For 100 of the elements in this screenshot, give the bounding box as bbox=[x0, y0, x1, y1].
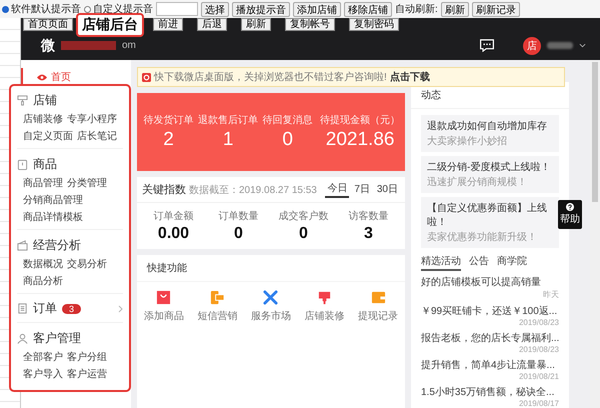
logo-text: om bbox=[122, 40, 136, 51]
shortcut-label[interactable]: 服务市场 bbox=[250, 309, 291, 323]
metric-value: 3 bbox=[364, 225, 373, 243]
news-subtitle: 迅速扩展分销商规模！ bbox=[427, 176, 528, 189]
help-button[interactable]: 帮助 bbox=[558, 200, 582, 229]
metric-label: 访客数量 bbox=[348, 210, 388, 223]
range-tab[interactable]: 30日 bbox=[374, 182, 400, 197]
menu-link[interactable]: 商品详情模板 bbox=[23, 210, 83, 224]
shortcut-label[interactable]: 短信营销 bbox=[197, 309, 238, 323]
app-icon bbox=[142, 72, 151, 82]
article-link[interactable]: ￥99买旺铺卡，还送￥100返... bbox=[421, 304, 559, 318]
news-item[interactable]: 二级分销-爱度模式上线啦！ 迅速扩展分销商规模！ bbox=[421, 156, 559, 193]
chevron-right-icon[interactable] bbox=[118, 304, 123, 313]
path-field[interactable] bbox=[156, 2, 198, 16]
brush-icon[interactable] bbox=[317, 290, 332, 305]
stat-label: 待回复消息 bbox=[262, 114, 313, 127]
question-icon bbox=[566, 203, 574, 211]
news-tab[interactable]: 商学院 bbox=[497, 254, 527, 271]
card-title: 关键指数 bbox=[142, 182, 186, 197]
stat-value: 2 bbox=[163, 129, 174, 151]
browser-button[interactable]: 前进 bbox=[153, 18, 183, 31]
news-tab[interactable]: 公告 bbox=[469, 254, 489, 271]
notice-text: 快下载微店桌面版，关掉浏览器也不错过客户咨询啦! bbox=[154, 70, 387, 84]
browser-button[interactable]: 复制帐号 bbox=[285, 18, 335, 31]
menu-heading[interactable]: 经营分析 bbox=[33, 236, 81, 254]
range-tab[interactable]: 7日 bbox=[352, 182, 372, 197]
menu-link[interactable]: 客户导入 bbox=[23, 367, 63, 381]
menu-heading[interactable]: 客户管理 bbox=[33, 330, 81, 347]
menu-link[interactable]: 客户分组 bbox=[67, 350, 107, 364]
article-date: 2019/08/17 bbox=[518, 399, 559, 408]
news-subtitle: 卖家优惠券功能新升级！ bbox=[427, 230, 538, 244]
metric-label: 订单数量 bbox=[218, 210, 258, 223]
menu-link[interactable]: 数据概况 bbox=[23, 256, 63, 270]
browser-button[interactable]: 首页页面 bbox=[23, 18, 73, 31]
news-title: 二级分销-爱度模式上线啦！ bbox=[427, 160, 552, 174]
stat-value: 0 bbox=[282, 129, 293, 151]
menu-link[interactable]: 商品分析 bbox=[23, 274, 63, 288]
toolbar-button[interactable]: 添加店铺 bbox=[293, 2, 341, 16]
menu-link[interactable]: 客户运营 bbox=[67, 367, 107, 381]
stat-value: 2021.86 bbox=[326, 129, 394, 151]
range-tab[interactable]: 今日 bbox=[325, 181, 350, 198]
metric-value: 0 bbox=[234, 225, 243, 243]
menu-link[interactable]: 店长笔记 bbox=[77, 129, 117, 143]
article-link[interactable]: 好的店铺模板可以提高销量 bbox=[421, 275, 559, 289]
menu-heading[interactable]: 店铺 bbox=[33, 92, 57, 109]
browser-button[interactable]: 后退 bbox=[197, 18, 227, 31]
article-link[interactable]: 报告老板，您的店长专属福利... bbox=[421, 331, 559, 345]
shortcut-label[interactable]: 提现记录 bbox=[358, 309, 398, 323]
tools-icon[interactable] bbox=[263, 290, 278, 305]
article-link[interactable]: 1.5小时35万销售额，秘诀全... bbox=[421, 385, 559, 399]
metric-label: 订单金额 bbox=[154, 210, 194, 223]
toolbar-button[interactable]: 移除店铺 bbox=[344, 2, 392, 16]
download-link[interactable]: 点击下载 bbox=[390, 70, 430, 84]
menu-link[interactable]: 自定义页面 bbox=[23, 129, 73, 143]
news-item[interactable]: 退款成功如何自动增加库存 大卖家操作小妙招 bbox=[421, 115, 559, 152]
stat-label: 待发货订单 bbox=[144, 114, 194, 127]
news-title: 退款成功如何自动增加库存 bbox=[427, 120, 548, 133]
news-title: 【自定义优惠券面额】上线啦！ bbox=[427, 202, 548, 229]
avatar[interactable]: 店 bbox=[523, 36, 541, 54]
shortcut-label[interactable]: 添加商品 bbox=[144, 309, 184, 323]
article-link[interactable]: 提升销售，简单4步让流量暴... bbox=[421, 358, 559, 372]
menu-heading[interactable]: 订单 bbox=[33, 300, 57, 318]
phone-message-icon[interactable] bbox=[210, 290, 225, 305]
eye-icon bbox=[37, 74, 47, 80]
menu-link[interactable]: 分类管理 bbox=[67, 176, 107, 190]
news-tab[interactable]: 精选活动 bbox=[421, 254, 461, 271]
update-time: 数据截至：2019.08.27 15:53 bbox=[189, 184, 317, 196]
menu-link[interactable]: 交易分析 bbox=[67, 256, 107, 270]
menu-link[interactable]: 专享小程序 bbox=[67, 112, 117, 126]
refresh-button[interactable]: 刷新 bbox=[440, 2, 469, 16]
refresh-button[interactable]: 刷新记录 bbox=[472, 2, 520, 16]
logo-mark bbox=[61, 41, 116, 50]
message-icon[interactable] bbox=[479, 39, 495, 52]
chevron-down-icon[interactable] bbox=[579, 43, 586, 48]
callout-label: 店铺后台 bbox=[76, 13, 144, 37]
wallet-icon[interactable] bbox=[370, 290, 386, 305]
menu-link[interactable]: 全部客户 bbox=[23, 350, 63, 364]
metric-value: 0.00 bbox=[158, 225, 190, 243]
menu-link[interactable]: 商品管理 bbox=[23, 176, 63, 190]
news-subtitle: 大卖家操作小妙招 bbox=[427, 134, 508, 148]
menu-link[interactable]: 店铺装修 bbox=[23, 112, 63, 126]
person-icon bbox=[17, 333, 28, 344]
document-icon bbox=[17, 303, 28, 314]
menu-heading[interactable]: 商品 bbox=[33, 156, 57, 173]
menu-link[interactable]: 分销商品管理 bbox=[23, 192, 83, 207]
article-date: 2019/08/21 bbox=[518, 372, 559, 381]
toolbar-button[interactable]: 选择 bbox=[201, 2, 229, 16]
browser-button[interactable]: 复制密码 bbox=[349, 18, 399, 31]
browser-button[interactable]: 刷新 bbox=[241, 18, 271, 31]
article-date: 2019/08/23 bbox=[518, 345, 559, 354]
bag-icon[interactable] bbox=[156, 290, 172, 305]
redacted-name bbox=[547, 42, 573, 49]
news-item[interactable]: 【自定义优惠券面额】上线啦！ 卖家优惠券功能新升级！ bbox=[421, 197, 559, 248]
radio-option[interactable]: 软件默认提示音 bbox=[2, 2, 81, 16]
logo[interactable]: 微 bbox=[41, 36, 55, 54]
stat-label: 退款售后订单 bbox=[198, 114, 258, 127]
paint-roller-icon bbox=[17, 95, 28, 106]
toolbar-button[interactable]: 播放提示音 bbox=[232, 2, 290, 16]
wallet-icon bbox=[17, 240, 28, 250]
shortcut-label[interactable]: 店铺装修 bbox=[304, 309, 345, 323]
